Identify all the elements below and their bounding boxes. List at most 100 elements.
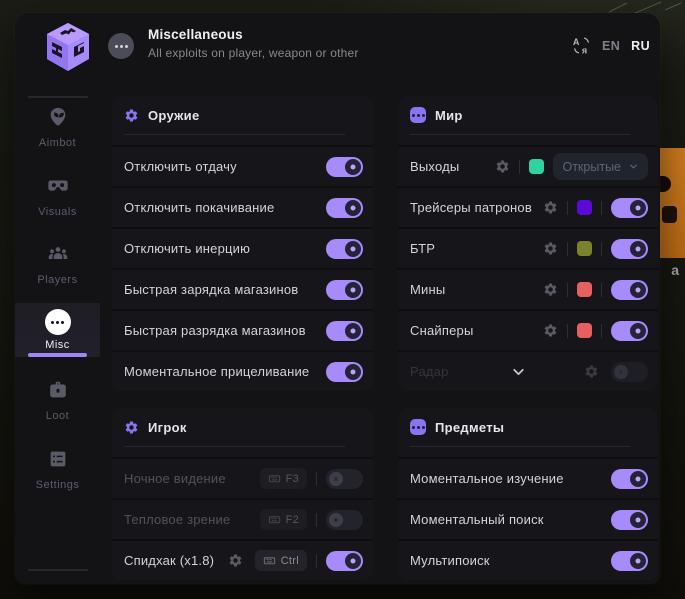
- vr-goggles-icon: [47, 175, 69, 197]
- alien-icon: [47, 106, 69, 128]
- setting-label: Трейсеры патронов: [410, 200, 532, 215]
- toggle-switch[interactable]: [611, 362, 648, 382]
- setting-row: Моментальное прицеливание: [112, 350, 373, 391]
- section-rows: Ночное видение F3 Тепловое зрение F2: [112, 457, 373, 580]
- ellipsis-bubble-icon: [410, 419, 426, 435]
- page-title: Miscellaneous: [148, 27, 359, 42]
- toggle-knob: [345, 323, 361, 339]
- row-settings-gear-icon[interactable]: [543, 323, 558, 338]
- section-divider: [410, 134, 630, 135]
- row-settings-gear-icon[interactable]: [543, 200, 558, 215]
- color-swatch[interactable]: [577, 241, 592, 256]
- setting-row: Отключить покачивание: [112, 186, 373, 227]
- toggle-switch[interactable]: [326, 469, 363, 489]
- section-title: Предметы: [435, 420, 504, 435]
- section-rows: Моментальное изучение Моментальный поиск…: [398, 457, 658, 580]
- toggle-switch[interactable]: [326, 157, 363, 177]
- row-settings-gear-icon[interactable]: [228, 553, 243, 568]
- sidebar-item-loot[interactable]: Loot: [15, 379, 100, 422]
- gear-icon: [124, 108, 139, 123]
- setting-label: Ночное видение: [124, 471, 226, 486]
- divider: [316, 554, 317, 568]
- hotkey-badge[interactable]: F3: [260, 468, 307, 489]
- toggle-switch[interactable]: [611, 469, 648, 489]
- sidebar-item-players[interactable]: Players: [15, 243, 100, 286]
- toggle-knob: [345, 241, 361, 257]
- toggle-switch[interactable]: [326, 551, 363, 571]
- setting-label: Спидхак (x1.8): [124, 553, 214, 568]
- row-settings-gear-icon[interactable]: [543, 241, 558, 256]
- section-header: Предметы: [398, 408, 658, 446]
- toggle-switch[interactable]: [611, 510, 648, 530]
- sidebar-item-label: Settings: [15, 479, 100, 491]
- divider: [601, 324, 602, 338]
- sidebar-item-label: Players: [15, 274, 100, 286]
- toggle-knob: [630, 553, 646, 569]
- translate-icon: [572, 36, 591, 55]
- toggle-switch[interactable]: [326, 362, 363, 382]
- section-header: Мир: [398, 96, 658, 134]
- setting-row: Быстрая зарядка магазинов: [112, 268, 373, 309]
- divider: [316, 513, 317, 527]
- toggle-switch[interactable]: [611, 551, 648, 571]
- color-swatch[interactable]: [577, 200, 592, 215]
- sidebar-item-label: Aimbot: [15, 137, 100, 149]
- setting-label: Отключить инерцию: [124, 241, 250, 256]
- hotkey-badge[interactable]: Ctrl: [255, 550, 307, 571]
- keyboard-icon: [263, 554, 276, 567]
- sidebar-item-visuals[interactable]: Visuals: [15, 175, 100, 218]
- sidebar-divider: [28, 96, 88, 98]
- setting-label: Снайперы: [410, 323, 474, 338]
- toggle-switch[interactable]: [611, 198, 648, 218]
- row-settings-gear-icon[interactable]: [495, 159, 510, 174]
- toggle-switch[interactable]: [611, 280, 648, 300]
- chevron-down-icon[interactable]: [510, 363, 527, 380]
- setting-label: Отключить покачивание: [124, 200, 274, 215]
- setting-row: Тепловое зрение F2: [112, 498, 373, 539]
- lang-ru-button[interactable]: RU: [631, 39, 650, 53]
- setting-label: Отключить отдачу: [124, 159, 237, 174]
- section-title: Мир: [435, 108, 463, 123]
- sidebar-item-label: Visuals: [15, 206, 100, 218]
- setting-row: Быстрая разрядка магазинов: [112, 309, 373, 350]
- section-header: Игрок: [112, 408, 373, 446]
- setting-row: Отключить отдачу: [112, 145, 373, 186]
- toggle-switch[interactable]: [326, 280, 363, 300]
- banner-mark: [662, 206, 677, 223]
- divider: [316, 472, 317, 486]
- section-divider: [124, 446, 345, 447]
- lang-en-button[interactable]: EN: [602, 39, 620, 53]
- chevron-down-icon: [628, 161, 639, 172]
- toggle-switch[interactable]: [611, 239, 648, 259]
- setting-label: Радар: [410, 364, 449, 379]
- toggle-switch[interactable]: [611, 321, 648, 341]
- toggle-knob: [630, 512, 646, 528]
- page-ellipsis-icon: [108, 33, 134, 59]
- section-rows: Отключить отдачу Отключить покачивание О…: [112, 145, 373, 391]
- color-swatch[interactable]: [529, 159, 544, 174]
- section-rows: Выходы Открытые Трейсеры патронов: [398, 145, 658, 391]
- setting-label: Моментальное прицеливание: [124, 364, 309, 379]
- players-icon: [47, 243, 69, 265]
- color-swatch[interactable]: [577, 282, 592, 297]
- sidebar-item-aimbot[interactable]: Aimbot: [15, 106, 100, 149]
- sidebar-item-label: Loot: [15, 410, 100, 422]
- toggle-switch[interactable]: [326, 510, 363, 530]
- language-switcher: EN RU: [572, 36, 650, 55]
- setting-label: Мины: [410, 282, 445, 297]
- setting-label: Выходы: [410, 159, 459, 174]
- sidebar-item-settings[interactable]: Settings: [15, 448, 100, 491]
- exits-dropdown[interactable]: Открытые: [553, 153, 648, 180]
- toggle-knob: [630, 200, 646, 216]
- row-settings-gear-icon[interactable]: [584, 364, 599, 379]
- divider: [567, 283, 568, 297]
- toggle-switch[interactable]: [326, 239, 363, 259]
- hotkey-badge[interactable]: F2: [260, 509, 307, 530]
- toggle-switch[interactable]: [326, 198, 363, 218]
- page-subtitle: All exploits on player, weapon or other: [148, 46, 359, 60]
- sidebar-item-misc-active[interactable]: Misc: [15, 303, 100, 357]
- color-swatch[interactable]: [577, 323, 592, 338]
- ellipsis-bubble-icon: [410, 107, 426, 123]
- row-settings-gear-icon[interactable]: [543, 282, 558, 297]
- toggle-switch[interactable]: [326, 321, 363, 341]
